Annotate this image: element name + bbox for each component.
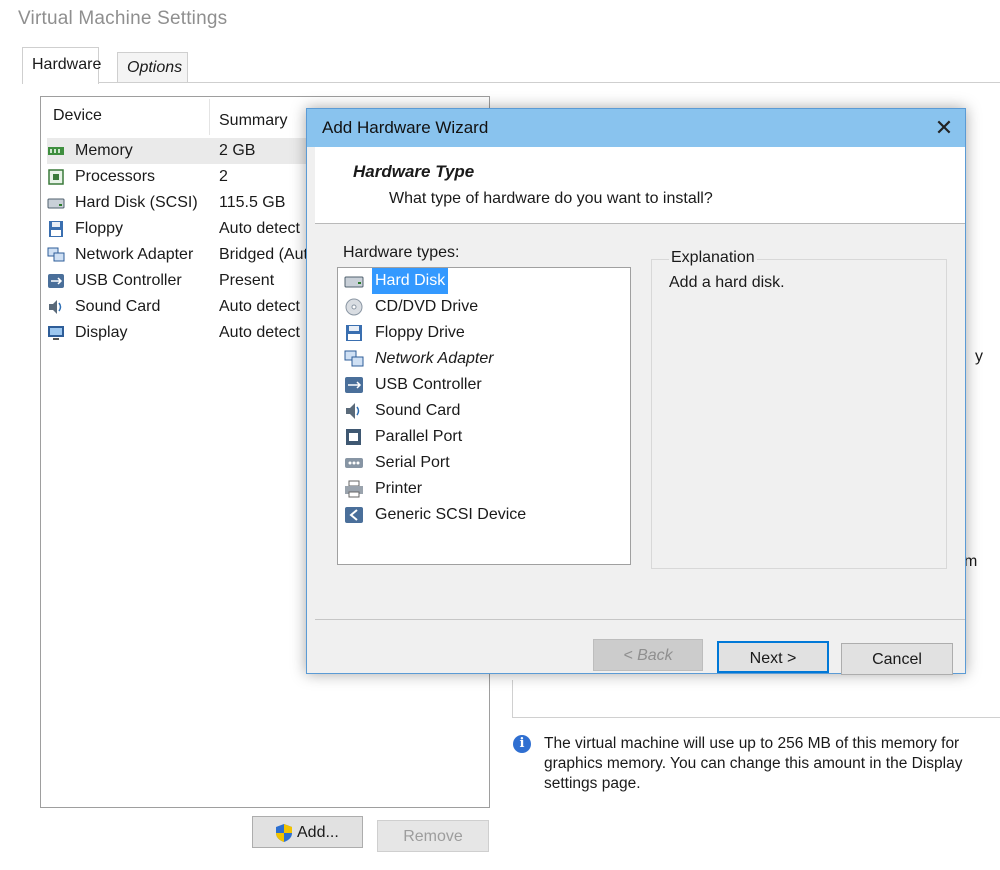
hw-item-label: Printer	[375, 480, 423, 497]
add-hardware-wizard-dialog: Add Hardware Wizard ✕ Hardware Type What…	[306, 108, 966, 675]
info-text: The virtual machine will use up to 256 M…	[544, 735, 963, 792]
hard-disk-icon	[344, 276, 364, 288]
dialog-titlebar[interactable]: Add Hardware Wizard ✕	[307, 109, 965, 147]
device-summary: Bridged (Auto	[219, 246, 317, 263]
summary-column-header[interactable]: Summary	[219, 112, 287, 130]
device-row-processors[interactable]: Processors 2	[47, 164, 347, 190]
hardware-types-list[interactable]: Hard Disk CD/DVD Drive Floppy Drive Netw…	[337, 267, 631, 565]
hw-item-label: Floppy Drive	[375, 324, 465, 341]
window-title: Virtual Machine Settings	[18, 8, 228, 29]
hw-item-label: Sound Card	[375, 402, 461, 419]
wizard-step-title: Hardware Type	[353, 162, 475, 181]
device-name: Hard Disk (SCSI)	[75, 194, 198, 211]
hw-item-label: CD/DVD Drive	[375, 298, 479, 315]
device-summary: 2 GB	[219, 142, 256, 159]
floppy-icon	[49, 221, 63, 237]
column-separator[interactable]	[209, 99, 210, 135]
tab-options[interactable]: Options	[117, 52, 188, 82]
clipped-text: y	[975, 348, 983, 365]
device-name: Display	[75, 324, 128, 341]
device-summary: 115.5 GB	[219, 194, 286, 211]
device-name: Floppy	[75, 220, 124, 237]
footer-divider	[315, 619, 965, 620]
network-adapter-icon	[47, 247, 65, 262]
device-row-sound-card[interactable]: Sound Card Auto detect	[47, 294, 347, 320]
device-row-display[interactable]: Display Auto detect	[47, 320, 347, 346]
tab-hardware[interactable]: Hardware	[22, 47, 101, 84]
explanation-text: Add a hard disk.	[669, 274, 785, 291]
device-summary: Auto detect	[219, 220, 300, 237]
add-button-label: Add...	[297, 824, 339, 841]
device-summary: Auto detect	[219, 324, 300, 341]
usb-icon	[48, 274, 64, 288]
device-name: USB Controller	[75, 272, 182, 289]
parallel-port-icon	[346, 429, 361, 445]
remove-button[interactable]: Remove	[377, 820, 489, 852]
device-name: Processors	[75, 168, 156, 185]
hw-item-label: Hard Disk	[372, 268, 449, 294]
back-button[interactable]: < Back	[593, 639, 703, 671]
scsi-device-icon	[345, 507, 363, 523]
network-adapter-icon	[344, 350, 364, 367]
close-icon[interactable]: ✕	[923, 109, 965, 147]
floppy-icon	[346, 325, 362, 341]
device-summary: 2	[219, 168, 228, 185]
serial-port-icon	[345, 458, 363, 468]
wizard-step-subtitle: What type of hardware do you want to ins…	[389, 190, 713, 207]
hw-item-label: Network Adapter	[375, 350, 494, 367]
device-column-header[interactable]: Device	[53, 107, 102, 125]
device-name: Network Adapter	[75, 246, 194, 263]
add-button[interactable]: Add...	[252, 816, 363, 848]
device-name: Memory	[75, 142, 133, 159]
next-button[interactable]: Next >	[717, 641, 829, 673]
hardware-types-label: Hardware types:	[343, 244, 460, 261]
device-row-usb-controller[interactable]: USB Controller Present	[47, 268, 347, 294]
panel-border	[512, 717, 1000, 718]
hw-item-label: Serial Port	[375, 454, 450, 471]
dialog-title: Add Hardware Wizard	[322, 118, 489, 137]
shield-icon	[276, 824, 292, 842]
wizard-header: Hardware Type What type of hardware do y…	[315, 147, 965, 223]
header-divider	[315, 223, 965, 224]
explanation-label: Explanation	[669, 249, 757, 267]
hw-item-label: Parallel Port	[375, 428, 463, 445]
explanation-groupbox	[651, 259, 947, 569]
cancel-button[interactable]: Cancel	[841, 643, 953, 675]
display-icon	[48, 326, 64, 340]
memory-icon	[48, 147, 64, 155]
device-summary: Present	[219, 272, 275, 289]
tab-divider	[22, 82, 1000, 83]
sound-card-icon	[346, 403, 360, 419]
device-row-floppy[interactable]: Floppy Auto detect	[47, 216, 347, 242]
processor-icon	[48, 169, 64, 185]
device-summary: Auto detect	[219, 298, 300, 315]
sound-card-icon	[49, 300, 62, 314]
usb-icon	[345, 377, 363, 393]
device-row-hard-disk[interactable]: Hard Disk (SCSI) 115.5 GB	[47, 190, 347, 216]
printer-icon	[345, 480, 363, 498]
device-name: Sound Card	[75, 298, 161, 315]
hard-disk-icon	[47, 198, 65, 209]
info-icon: i	[513, 735, 531, 753]
hw-item-label: USB Controller	[375, 376, 482, 393]
hw-item-label: Generic SCSI Device	[375, 506, 527, 523]
device-row-memory[interactable]: Memory 2 GB	[47, 138, 347, 164]
device-row-network-adapter[interactable]: Network Adapter Bridged (Auto	[47, 242, 347, 268]
cd-dvd-icon	[345, 298, 363, 316]
panel-border	[512, 680, 513, 717]
